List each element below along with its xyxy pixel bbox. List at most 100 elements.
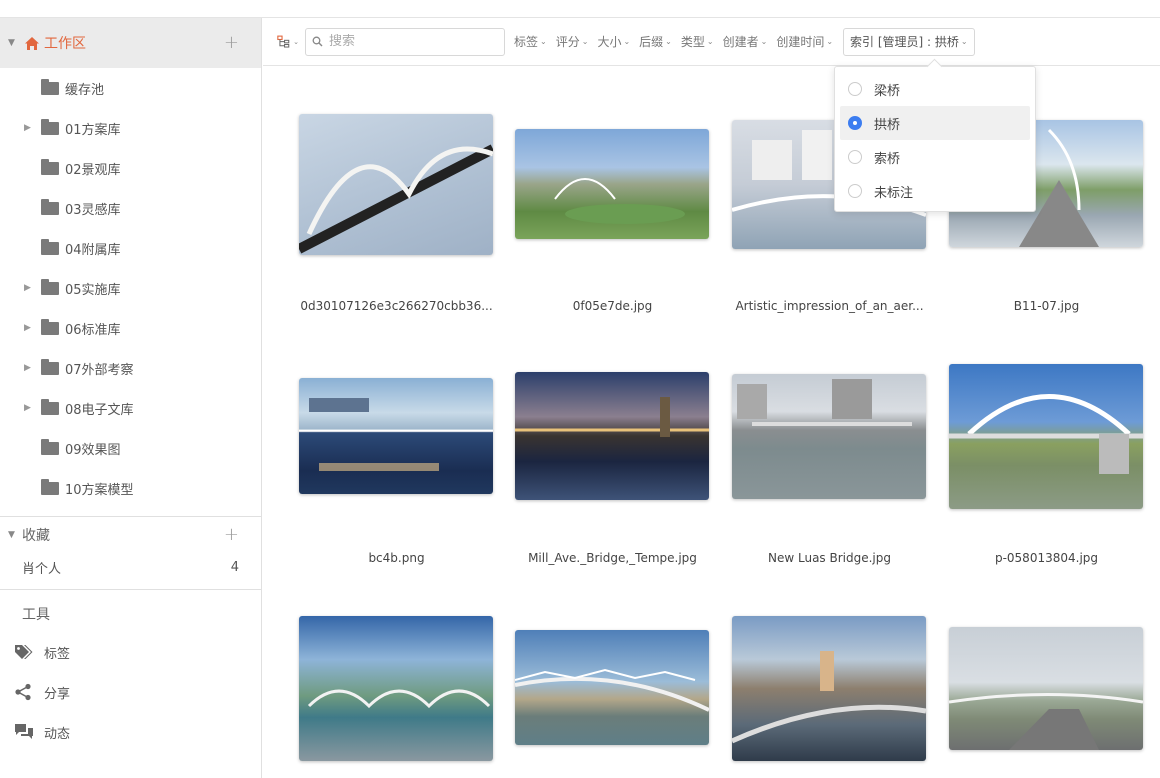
file-thumbnail[interactable] <box>949 627 1143 750</box>
file-name[interactable]: New Luas Bridge.jpg <box>721 551 938 565</box>
option-label: 拱桥 <box>874 117 901 133</box>
expand-right-icon[interactable]: ▶ <box>24 323 31 333</box>
search-input[interactable] <box>329 34 489 49</box>
folder-item[interactable]: ▶ 01方案库 <box>0 108 261 148</box>
bridge-image <box>737 379 912 426</box>
add-favorite-button[interactable]: + <box>224 526 239 544</box>
filter-button[interactable]: 大小 ⌄ <box>597 33 630 50</box>
file-thumbnail[interactable] <box>515 129 709 239</box>
folder-item[interactable]: 09效果图 <box>0 428 261 468</box>
radio-button[interactable] <box>848 184 862 198</box>
bridge-image <box>515 397 709 437</box>
filter-button[interactable]: 后缀 ⌄ <box>639 33 672 50</box>
filter-button[interactable]: 创建者 ⌄ <box>723 33 768 50</box>
bridge-image <box>307 689 491 709</box>
folder-item[interactable]: 04附属库 <box>0 228 261 268</box>
tool-activity[interactable]: 动态 <box>0 712 261 752</box>
folder-item[interactable]: ▶ 07外部考察 <box>0 348 261 388</box>
folder-icon <box>41 239 59 255</box>
option-label: 未标注 <box>874 185 914 201</box>
tool-share[interactable]: 分享 <box>0 672 261 712</box>
tool-tags[interactable]: 标签 <box>0 632 261 672</box>
workspace-label: 工作区 <box>44 36 86 52</box>
folder-label: 03灵感库 <box>65 202 121 218</box>
filter-label: 后缀 <box>639 35 664 49</box>
folder-label: 10方案模型 <box>65 482 134 498</box>
add-folder-button[interactable]: + <box>224 34 239 52</box>
folder-label: 06标准库 <box>65 322 121 338</box>
index-filter-label: 索引 [管理员] : 拱桥 <box>850 35 959 49</box>
folder-item[interactable]: 10方案模型 <box>0 468 261 508</box>
folder-item[interactable]: 缓存池 <box>0 68 261 108</box>
file-name[interactable]: 0f05e7de.jpg <box>504 299 721 313</box>
file-name[interactable]: Artistic_impression_of_an_aer... <box>721 299 938 313</box>
expand-right-icon[interactable]: ▶ <box>24 363 31 373</box>
radio-button[interactable] <box>848 82 862 96</box>
chevron-down-icon: ⌄ <box>623 37 631 46</box>
expand-down-icon[interactable]: ▼ <box>8 530 22 540</box>
folder-icon <box>41 279 59 295</box>
bridge-image <box>949 394 1143 474</box>
filter-button[interactable]: 标签 ⌄ <box>514 33 547 50</box>
search-box[interactable] <box>305 27 505 56</box>
folder-item[interactable]: 02景观库 <box>0 148 261 188</box>
folder-label: 01方案库 <box>65 122 121 138</box>
filter-label: 大小 <box>597 35 622 49</box>
folder-item[interactable]: ▶ 08电子文库 <box>0 388 261 428</box>
chevron-down-icon: ⌄ <box>581 37 589 46</box>
filter-button[interactable]: 评分 ⌄ <box>556 33 589 50</box>
file-name[interactable]: Mill_Ave._Bridge,_Tempe.jpg <box>504 551 721 565</box>
index-filter-button[interactable]: 索引 [管理员] : 拱桥 ⌄ <box>843 27 975 56</box>
tree-view-button[interactable]: ⌄ <box>277 31 299 53</box>
file-thumbnail[interactable] <box>299 378 493 494</box>
bridge-image <box>554 178 685 224</box>
expand-right-icon[interactable]: ▶ <box>24 123 31 133</box>
radio-button[interactable] <box>848 150 862 164</box>
dropdown-option[interactable]: 未标注 <box>840 174 1030 208</box>
folder-label: 09效果图 <box>65 442 121 458</box>
workspace-header[interactable]: ▼ 工作区 + <box>0 18 261 68</box>
filter-label: 评分 <box>555 35 580 49</box>
folder-label: 05实施库 <box>65 282 121 298</box>
dropdown-option[interactable]: 索桥 <box>840 140 1030 174</box>
chevron-down-icon: ⌄ <box>540 37 547 46</box>
file-thumbnail[interactable] <box>732 374 926 499</box>
favorite-item[interactable]: 肖个人 4 <box>0 553 261 581</box>
filter-label: 类型 <box>680 35 705 49</box>
divider <box>0 589 261 590</box>
tool-label: 动态 <box>44 726 71 742</box>
file-thumbnail[interactable] <box>299 114 493 255</box>
filter-list: 标签 ⌄ 评分 ⌄ 大小 ⌄ 后缀 ⌄ 类型 ⌄ 创建者 ⌄ 创建时间 ⌄ <box>505 33 833 50</box>
bridge-image <box>515 668 709 712</box>
expand-right-icon[interactable]: ▶ <box>24 403 31 413</box>
folder-item[interactable]: 03灵感库 <box>0 188 261 228</box>
file-name[interactable]: p-058013804.jpg <box>938 551 1155 565</box>
file-thumbnail[interactable] <box>515 372 709 500</box>
dropdown-option[interactable]: 拱桥 <box>840 106 1030 140</box>
file-name[interactable]: 0d30107126e3c266270cbb36... <box>288 299 505 313</box>
file-thumbnail[interactable] <box>732 616 926 761</box>
file-name[interactable]: bc4b.png <box>288 551 505 565</box>
filter-label: 创建时间 <box>776 35 825 49</box>
favorite-count: 4 <box>230 559 239 575</box>
file-thumbnail[interactable] <box>515 630 709 745</box>
folder-label: 04附属库 <box>65 242 121 258</box>
home-icon <box>24 36 40 51</box>
file-thumbnail[interactable] <box>949 364 1143 509</box>
folder-icon <box>41 79 59 95</box>
expand-down-icon[interactable]: ▼ <box>8 38 24 48</box>
folder-label: 缓存池 <box>65 82 105 98</box>
share-icon <box>14 683 44 701</box>
tag-icon <box>14 644 44 660</box>
filter-button[interactable]: 创建时间 ⌄ <box>776 33 833 50</box>
dropdown-option[interactable]: 梁桥 <box>840 72 1030 106</box>
file-thumbnail[interactable] <box>299 616 493 761</box>
folder-list: 缓存池 ▶ 01方案库 02景观库 03灵感库 04附属库 ▶ 05实施库 ▶ 06标准库 ▶ 07外… <box>0 68 261 508</box>
filter-button[interactable]: 类型 ⌄ <box>681 33 714 50</box>
file-name[interactable]: B11-07.jpg <box>938 299 1155 313</box>
favorites-header[interactable]: ▼ 收藏 + <box>0 517 261 553</box>
expand-right-icon[interactable]: ▶ <box>24 283 31 293</box>
folder-item[interactable]: ▶ 06标准库 <box>0 308 261 348</box>
radio-button[interactable] <box>848 116 862 130</box>
folder-item[interactable]: ▶ 05实施库 <box>0 268 261 308</box>
